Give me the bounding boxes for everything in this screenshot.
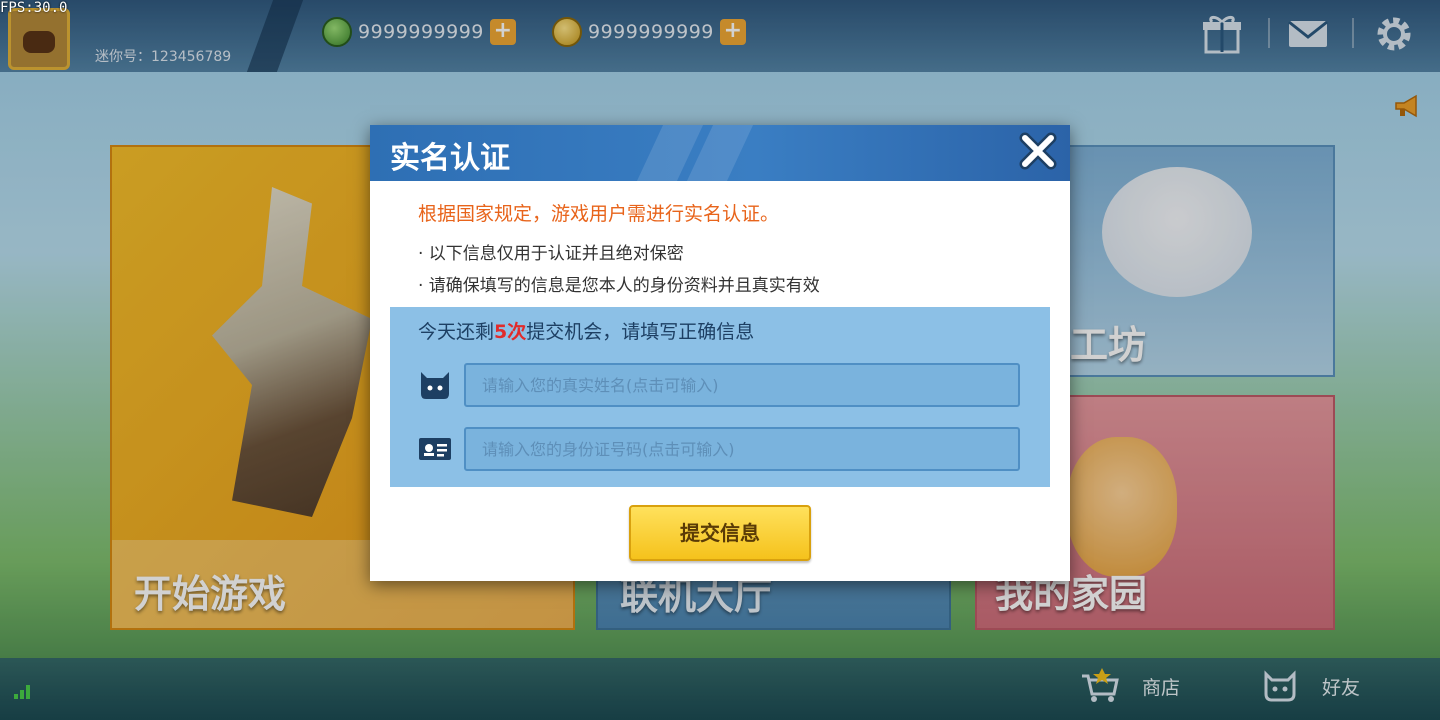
remaining-suffix: 提交机会，请填写正确信息 bbox=[526, 321, 755, 343]
user-avatar-icon bbox=[421, 372, 449, 399]
remaining-count: 5次 bbox=[494, 321, 527, 343]
real-name-verification-dialog: 实名认证 根据国家规定，游戏用户需进行实名认证。 · 以下信息仅用于认证并且绝对… bbox=[370, 125, 1070, 581]
remaining-attempts-text: 今天还剩5次提交机会，请填写正确信息 bbox=[418, 317, 754, 344]
id-field-row bbox=[418, 426, 1028, 472]
verification-form: 今天还剩5次提交机会，请填写正确信息 bbox=[390, 307, 1050, 487]
id-card-icon bbox=[419, 438, 451, 460]
fps-counter: FPS:30.0 bbox=[0, 0, 68, 16]
real-name-input[interactable] bbox=[464, 363, 1020, 407]
dialog-title: 实名认证 bbox=[390, 141, 510, 176]
id-number-input[interactable] bbox=[464, 427, 1020, 471]
remaining-prefix: 今天还剩 bbox=[418, 321, 495, 343]
privacy-bullet: · 以下信息仅用于认证并且绝对保密 bbox=[418, 244, 684, 264]
submit-info-button[interactable]: 提交信息 bbox=[629, 505, 811, 561]
authenticity-bullet: · 请确保填写的信息是您本人的身份资料并且真实有效 bbox=[418, 276, 820, 296]
close-icon[interactable] bbox=[1016, 129, 1060, 173]
name-field-row bbox=[418, 362, 1028, 408]
regulation-notice: 根据国家规定，游戏用户需进行实名认证。 bbox=[418, 203, 780, 225]
dialog-header: 实名认证 bbox=[370, 125, 1070, 181]
